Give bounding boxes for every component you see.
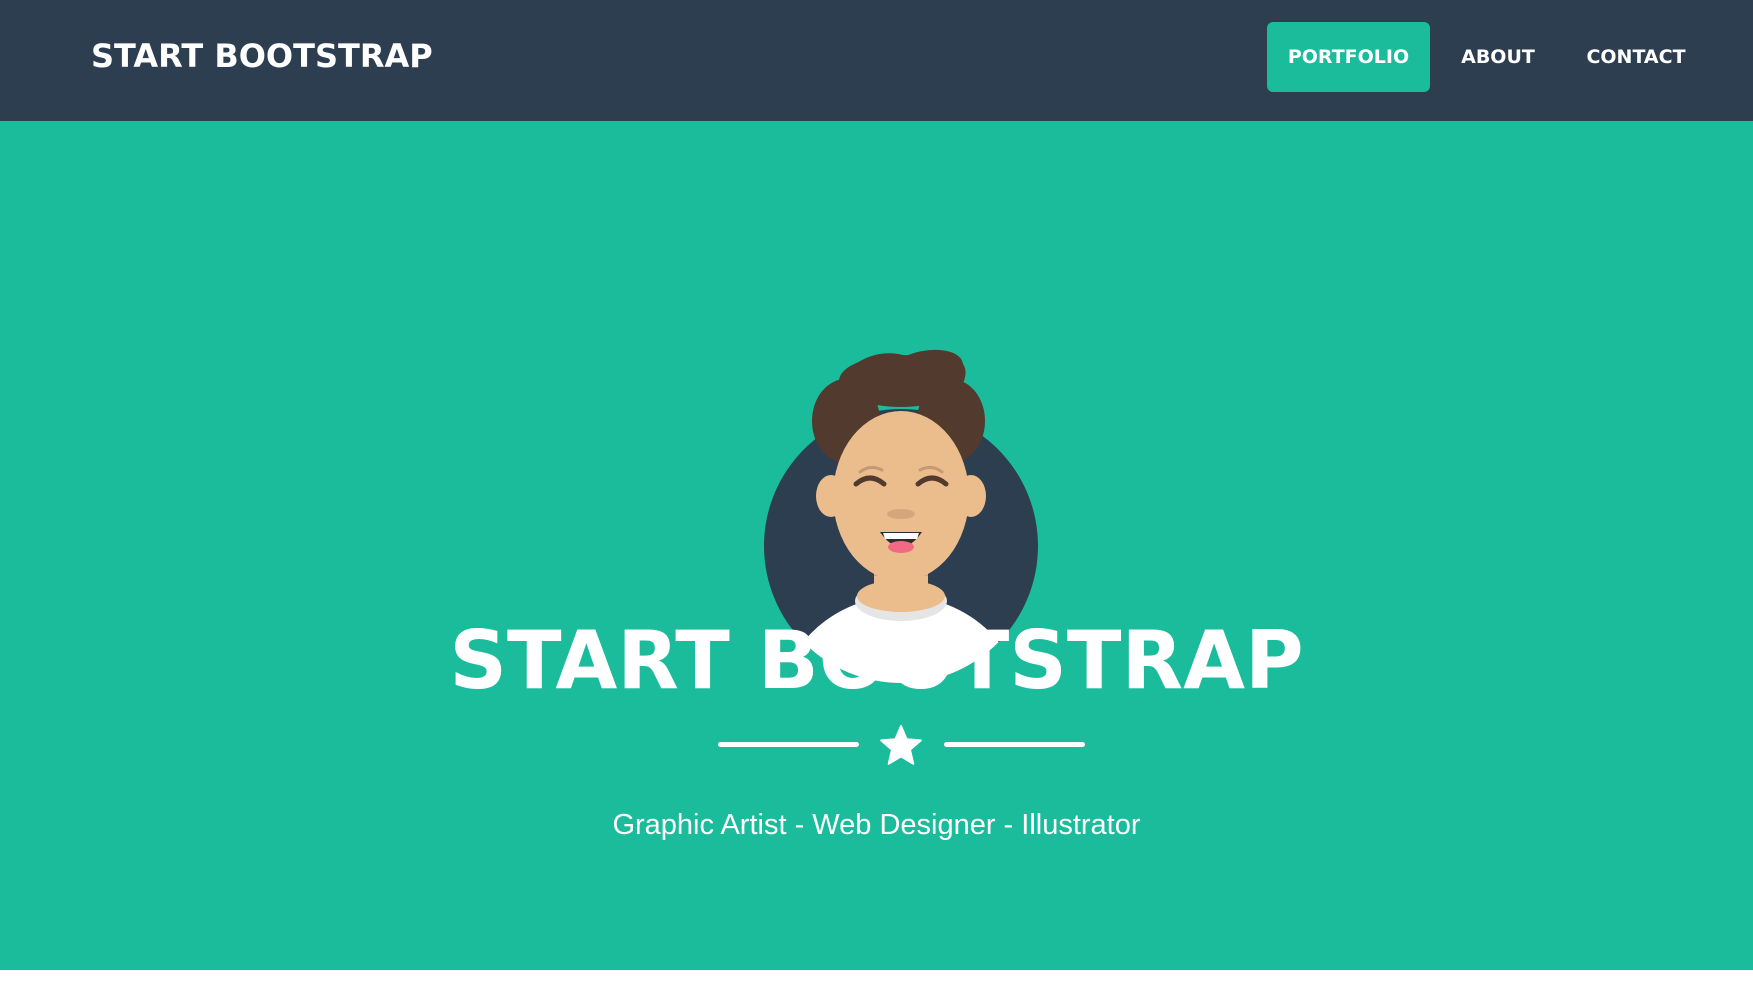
nav-portfolio-link[interactable]: PORTFOLIO: [1267, 22, 1430, 92]
star-icon: [880, 725, 922, 765]
nav-contact-link[interactable]: CONTACT: [1570, 22, 1702, 92]
masthead-subheading: Graphic Artist - Web Designer - Illustra…: [612, 809, 1141, 841]
nav-about-link[interactable]: ABOUT: [1448, 22, 1548, 92]
masthead: START BOOTSTRAP Graphic Artist - Web Des…: [0, 121, 1753, 970]
divider-line-right: [944, 742, 1085, 747]
masthead-heading: START BOOTSTRAP: [449, 614, 1304, 707]
brand-link[interactable]: START BOOTSTRAP: [91, 34, 433, 78]
divider-line-left: [718, 742, 859, 747]
navbar: START BOOTSTRAP PORTFOLIO ABOUT CONTACT: [0, 0, 1753, 121]
